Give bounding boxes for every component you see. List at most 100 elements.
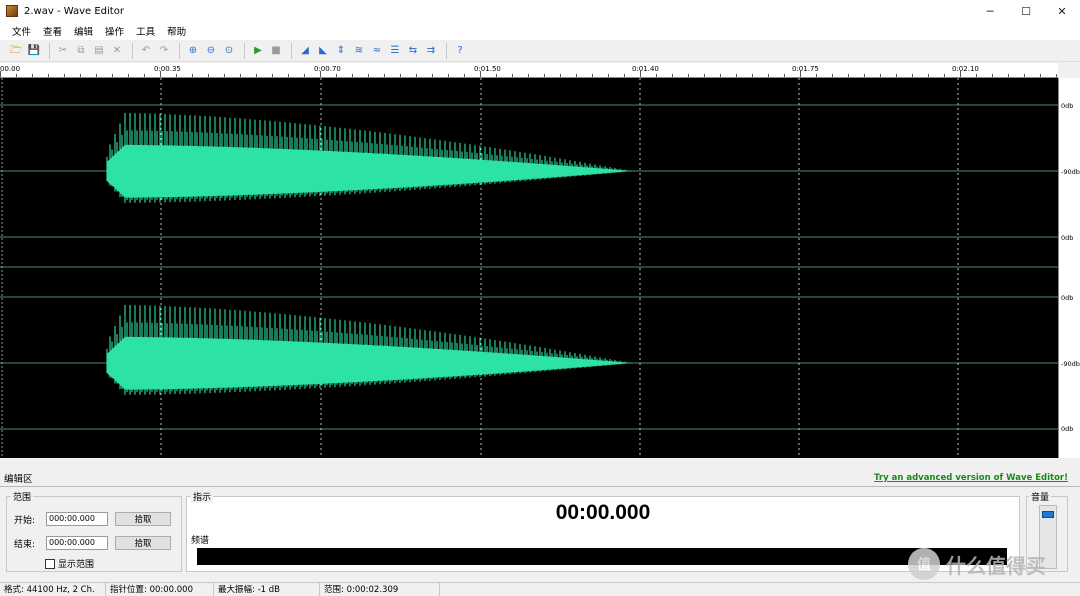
waveform-canvas[interactable] xyxy=(0,78,1058,458)
end-row: 结束: 000:00.000 拾取 xyxy=(14,536,171,550)
edit-panel-header: 编辑区 Try an advanced version of Wave Edit… xyxy=(0,470,1080,486)
toolbar-separator xyxy=(179,42,180,59)
open-icon[interactable]: 🗁 xyxy=(8,43,24,59)
db-label: -90db xyxy=(1061,168,1080,176)
status-pointer: 指针位置: 00:00.000 xyxy=(106,582,214,596)
ruler-tick xyxy=(416,74,417,77)
db-label: 0db xyxy=(1061,294,1074,302)
ruler-tick xyxy=(320,71,321,77)
redo-icon[interactable]: ↷ xyxy=(156,43,172,59)
echo-icon[interactable]: ≈ xyxy=(369,43,385,59)
fade-out-icon[interactable]: ◣ xyxy=(315,43,331,59)
zoom-out-icon[interactable]: ⊖ xyxy=(203,43,219,59)
ruler-tick xyxy=(608,74,609,77)
paste-icon[interactable]: ▤ xyxy=(91,43,107,59)
menu-view[interactable]: 查看 xyxy=(37,24,68,38)
pick-start-button[interactable]: 拾取 xyxy=(115,512,171,526)
ruler-tick xyxy=(352,74,353,77)
ruler-tick xyxy=(528,74,529,77)
status-range: 范围: 0:00:02.309 xyxy=(320,582,440,596)
help-icon[interactable]: ? xyxy=(452,43,468,59)
play-icon[interactable]: ▶ xyxy=(250,43,266,59)
ruler-tick xyxy=(1024,74,1025,77)
menu-operation[interactable]: 操作 xyxy=(99,24,130,38)
show-range-row[interactable]: 显示范围 xyxy=(45,557,94,570)
toolbar-separator xyxy=(244,42,245,59)
ruler-tick xyxy=(848,74,849,77)
silence-icon[interactable]: ☰ xyxy=(387,43,403,59)
end-time-input[interactable]: 000:00.000 xyxy=(46,536,108,550)
menu-bar: 文件 查看 编辑 操作 工具 帮助 xyxy=(0,22,1080,40)
stop-icon[interactable]: ■ xyxy=(268,43,284,59)
fade-in-icon[interactable]: ◢ xyxy=(297,43,313,59)
ruler-tick xyxy=(800,71,801,77)
ruler-tick xyxy=(368,74,369,77)
amplify-icon[interactable]: ⇕ xyxy=(333,43,349,59)
ruler-tick xyxy=(640,71,641,77)
save-icon[interactable]: 💾 xyxy=(26,43,42,59)
minimize-button[interactable]: ─ xyxy=(972,0,1008,22)
ruler-tick xyxy=(896,74,897,77)
undo-icon[interactable]: ↶ xyxy=(138,43,154,59)
ruler-tick xyxy=(832,74,833,77)
copy-icon[interactable]: ⧉ xyxy=(73,43,89,59)
waveform-display[interactable] xyxy=(0,78,1058,458)
ruler-tick xyxy=(192,74,193,77)
show-range-checkbox[interactable] xyxy=(45,558,55,569)
start-row: 开始: 000:00.000 拾取 xyxy=(14,512,171,526)
ruler-label: 0:00.70 xyxy=(314,65,341,73)
ruler-tick xyxy=(992,74,993,77)
watermark-logo-icon: 值 xyxy=(908,548,940,580)
pick-end-button[interactable]: 拾取 xyxy=(115,536,171,550)
window-controls: ─ ☐ ✕ xyxy=(972,0,1080,22)
advanced-version-link[interactable]: Try an advanced version of Wave Editor! xyxy=(874,473,1068,483)
ruler-tick xyxy=(432,74,433,77)
spectrum-display xyxy=(197,548,1007,565)
time-ruler[interactable]: 00.00 0:00.35 0:00.70 0:01.50 0:01.40 0:… xyxy=(0,63,1058,78)
watermark-text: 什么值得买 xyxy=(946,553,1046,578)
zoom-in-icon[interactable]: ⊕ xyxy=(185,43,201,59)
app-icon xyxy=(6,5,18,17)
menu-tools[interactable]: 工具 xyxy=(130,24,161,38)
ruler-tick xyxy=(480,71,481,77)
ruler-tick xyxy=(1040,74,1041,77)
ruler-tick xyxy=(688,74,689,77)
status-bar: 格式: 44100 Hz, 2 Ch. 指针位置: 00:00.000 最大振幅… xyxy=(0,582,1080,596)
toolbar-separator xyxy=(446,42,447,59)
range-legend: 范围 xyxy=(11,490,34,503)
menu-edit[interactable]: 编辑 xyxy=(68,24,99,38)
normalize-icon[interactable]: ≋ xyxy=(351,43,367,59)
ruler-tick xyxy=(304,74,305,77)
ruler-tick xyxy=(128,74,129,77)
cut-icon[interactable]: ✂ xyxy=(55,43,71,59)
menu-help[interactable]: 帮助 xyxy=(161,24,192,38)
ruler-tick xyxy=(464,74,465,77)
start-time-input[interactable]: 000:00.000 xyxy=(46,512,108,526)
ruler-tick xyxy=(384,74,385,77)
menu-file[interactable]: 文件 xyxy=(6,24,37,38)
ruler-tick xyxy=(240,74,241,77)
ruler-tick xyxy=(32,74,33,77)
reverse-icon[interactable]: ⇆ xyxy=(405,43,421,59)
window-title: 2.wav - Wave Editor xyxy=(24,5,124,17)
delete-icon[interactable]: ✕ xyxy=(109,43,125,59)
toolbar: 🗁 💾 ✂ ⧉ ▤ ✕ ↶ ↷ ⊕ ⊖ ⊙ ▶ ■ ◢ ◣ ⇕ ≋ ≈ ☰ ⇆ … xyxy=(0,40,1080,62)
ruler-tick xyxy=(976,74,977,77)
db-label: 0db xyxy=(1061,102,1074,110)
ruler-tick xyxy=(1008,74,1009,77)
close-button[interactable]: ✕ xyxy=(1044,0,1080,22)
watermark: 值 什么值得买 xyxy=(908,548,1046,580)
ruler-tick xyxy=(336,74,337,77)
ruler-tick xyxy=(160,71,161,77)
ruler-tick xyxy=(656,74,657,77)
ruler-label: 0:01.40 xyxy=(632,65,659,73)
status-max-amplitude: 最大振幅: -1 dB xyxy=(214,582,320,596)
speed-icon[interactable]: ⇉ xyxy=(423,43,439,59)
zoom-fit-icon[interactable]: ⊙ xyxy=(221,43,237,59)
panel-divider xyxy=(0,486,1080,487)
waveform-grid xyxy=(0,78,1058,458)
ruler-tick xyxy=(64,74,65,77)
maximize-button[interactable]: ☐ xyxy=(1008,0,1044,22)
ruler-tick xyxy=(0,71,1,77)
volume-slider-thumb[interactable] xyxy=(1042,511,1054,518)
